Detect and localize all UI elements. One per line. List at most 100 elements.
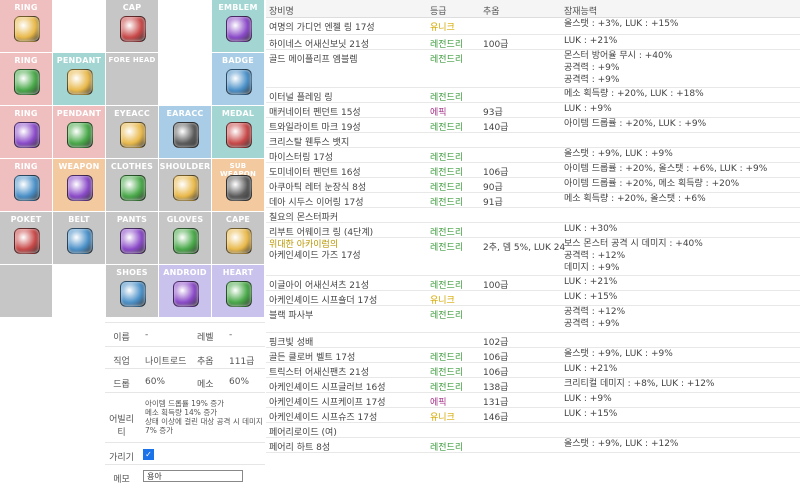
slot-label: SHOES: [116, 268, 148, 277]
item-grade: 레전드리: [430, 55, 464, 65]
slot-empty: [53, 0, 105, 52]
slot-earacc[interactable]: EARACC: [159, 106, 211, 158]
item-potential: LUK : +15%: [564, 408, 617, 420]
slot-label: PANTS: [116, 215, 148, 224]
ability-line: 메소 획득량 14% 증가: [145, 408, 218, 417]
ring-icon: [14, 175, 40, 201]
item-grade: 레전드리: [430, 443, 464, 453]
medal-icon: [226, 122, 252, 148]
slot-label: PENDANT: [56, 56, 102, 65]
clothes-icon: [120, 175, 146, 201]
info-row-ability: 어빌리티 아이템 드롭률 19% 증가 메소 획득량 14% 증가 상태 이상에…: [105, 392, 265, 443]
ability-line: 상태 이상에 걸린 대상 공격 시 데미지: [145, 417, 263, 426]
potential-line: 공격력 : +9%: [564, 319, 620, 329]
shoulder-icon: [173, 175, 199, 201]
slot-gloves[interactable]: GLOVES: [159, 212, 211, 264]
item-potential: 메소 획득량 : +20%, 올스탯 : +6%: [564, 193, 706, 205]
slot-empty: [159, 53, 211, 105]
slot-shoes[interactable]: SHOES: [106, 265, 158, 317]
slot-cap[interactable]: CAP: [106, 0, 158, 52]
item-name-line: 아케인셰이드 가즈 17성: [269, 251, 361, 261]
slot-empty: [159, 0, 211, 52]
memo-input[interactable]: 용아: [143, 470, 243, 482]
item-name: 블랙 파사부: [269, 311, 314, 321]
table-row: 매커네이터 펜던트 15성 에픽 93급 LUK : +9%: [266, 102, 800, 118]
meso-value: 60%: [229, 377, 250, 387]
name-label: 이름: [113, 333, 130, 343]
header-starforce: 추옵: [483, 7, 500, 17]
potential-line: 몬스터 방어율 무시 : +40%: [564, 51, 673, 61]
slot-medal[interactable]: MEDAL: [212, 106, 264, 158]
table-row: 트릭스터 어새신팬츠 21성 레전드리 106급 LUK : +21%: [266, 362, 800, 378]
table-row: 블랙 파사부 레전드리 공격력 : +12% 공격력 : +9%: [266, 305, 800, 333]
item-potential: 올스탯 : +3%, LUK : +15%: [564, 18, 679, 30]
job-value: 나이트로드: [145, 357, 187, 367]
table-row: 아케인셰이드 시프케이프 17성 에픽 131급 LUK : +9%: [266, 392, 800, 408]
table-row: 칠요의 몬스터파커: [266, 207, 800, 223]
item-potential: 올스탯 : +9%, LUK : +9%: [564, 148, 673, 160]
slot-pendant[interactable]: PENDANT: [53, 106, 105, 158]
potential-line: 크리티컬 데미지 : +8%, LUK : +12%: [564, 379, 715, 389]
slot-sub-weapon[interactable]: SUB WEAPON: [212, 159, 264, 211]
slot-pendant[interactable]: PENDANT: [53, 53, 105, 105]
slot-pants[interactable]: PANTS: [106, 212, 158, 264]
slot-android[interactable]: ANDROID: [159, 265, 211, 317]
slot-ring[interactable]: RING: [0, 53, 52, 105]
belt-icon: [67, 228, 93, 254]
header-potential: 잠재능력: [564, 7, 598, 17]
slot-clothes[interactable]: CLOTHES: [106, 159, 158, 211]
hide-checkbox[interactable]: ✓: [143, 449, 154, 460]
equipment-grid: RING CAP EMBLEM RING PENDANT FORE HEAD BADGE RI…: [0, 0, 265, 320]
item-potential: 아이템 드롭률 : +20%, 올스탯 : +6%, LUK : +9%: [564, 163, 767, 175]
slot-weapon[interactable]: WEAPON: [53, 159, 105, 211]
slot-poket[interactable]: POKET: [0, 212, 52, 264]
item-name: 페어리 하트 8성: [269, 443, 331, 453]
drop-label: 드롭: [113, 380, 130, 390]
item-potential: LUK : +21%: [564, 276, 617, 288]
ring-icon: [14, 122, 40, 148]
item-potential: LUK : +21%: [564, 363, 617, 375]
slot-emblem[interactable]: EMBLEM: [212, 0, 264, 52]
item-potential: LUK : +9%: [564, 103, 612, 115]
pocket-icon: [14, 228, 40, 254]
item-potential: 몬스터 방어율 무시 : +40% 공격력 : +9% 공격력 : +9%: [564, 50, 672, 86]
slot-cape[interactable]: CAPE: [212, 212, 264, 264]
potential-line: 아이템 드롭률 : +20%, 올스탯 : +6%, LUK : +9%: [564, 164, 768, 174]
table-row: 데아 시두스 이어링 17성 레전드리 91급 메소 획득량 : +20%, 올스탯 …: [266, 192, 800, 208]
slot-shoulder[interactable]: SHOULDER: [159, 159, 211, 211]
starforce-label: 추옵: [197, 357, 214, 367]
slot-empty: [53, 265, 105, 317]
slot-heart[interactable]: HEART: [212, 265, 264, 317]
ability-line: 아이템 드롭률 19% 증가: [145, 399, 225, 408]
slot-ring[interactable]: RING: [0, 159, 52, 211]
table-row: 마이스터링 17성 레전드리 올스탯 : +9%, LUK : +9%: [266, 147, 800, 163]
potential-line: 올스탯 : +9%, LUK : +12%: [564, 439, 679, 449]
slot-label: BADGE: [222, 56, 254, 65]
slot-label: FORE HEAD: [108, 56, 156, 64]
job-label: 직업: [113, 357, 130, 367]
meso-label: 메소: [197, 380, 214, 390]
slot-ring[interactable]: RING: [0, 106, 52, 158]
info-row-drop: 드롭 60% 메소 60%: [105, 368, 265, 393]
potential-line: 아이템 드롭률 : +20%, LUK : +9%: [564, 119, 707, 129]
emblem-icon: [226, 16, 252, 42]
ring-icon: [14, 69, 40, 95]
item-potential: LUK : +30%: [564, 223, 617, 235]
pants-icon: [120, 228, 146, 254]
potential-line: 공격력 : +9%: [564, 63, 620, 73]
header-grade: 등급: [430, 7, 447, 17]
slot-eyeacc[interactable]: EYEACC: [106, 106, 158, 158]
table-row: 페어리 하트 8성 레전드리 올스탯 : +9%, LUK : +12%: [266, 437, 800, 453]
slot-badge[interactable]: BADGE: [212, 53, 264, 105]
table-row: 이터널 플레임 링 레전드리 메소 획득량 : +20%, LUK : +18%: [266, 87, 800, 103]
slot-belt[interactable]: BELT: [53, 212, 105, 264]
slot-ring[interactable]: RING: [0, 0, 52, 52]
ear-accessory-icon: [173, 122, 199, 148]
potential-line: 올스탯 : +9%, LUK : +9%: [564, 349, 673, 359]
potential-line: LUK : +15%: [564, 292, 618, 302]
slot-label: CAP: [122, 3, 142, 12]
slot-fore-head[interactable]: FORE HEAD: [106, 53, 158, 105]
item-potential: LUK : +9%: [564, 393, 612, 405]
android-icon: [173, 281, 199, 307]
slot-label: RING: [14, 162, 38, 171]
